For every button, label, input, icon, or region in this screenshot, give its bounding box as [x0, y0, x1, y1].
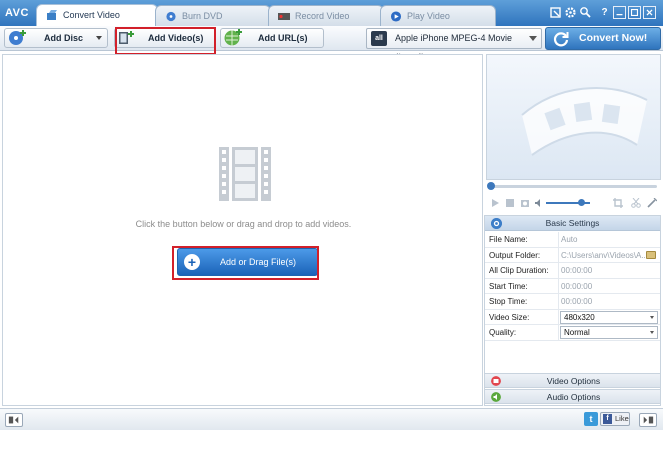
- setting-label: All Clip Duration:: [489, 266, 549, 275]
- setting-value: 00:00:00: [561, 266, 593, 275]
- setting-value: 00:00:00: [561, 281, 593, 291]
- quality-value: Normal: [564, 328, 590, 337]
- tab-label: Record Video: [295, 11, 350, 21]
- basic-settings-title: Basic Settings: [545, 218, 600, 228]
- folder-icon[interactable]: [646, 250, 656, 259]
- film-strip-icon: [219, 147, 271, 201]
- add-urls-label: Add URL(s): [258, 33, 308, 43]
- chevron-down-icon: [96, 36, 102, 40]
- refresh-icon: [553, 32, 569, 47]
- preview-window: [486, 54, 661, 180]
- tab-label: Convert Video: [63, 10, 120, 20]
- panel-toggle-left-icon[interactable]: [5, 413, 23, 427]
- tab-label: Burn DVD: [182, 11, 223, 21]
- video-size-value: 480x320: [564, 312, 595, 322]
- audio-options-bar[interactable]: Audio Options: [484, 389, 661, 404]
- add-urls-button[interactable]: Add URL(s): [220, 28, 324, 48]
- settings-icon[interactable]: [549, 6, 562, 19]
- gear-icon[interactable]: [564, 6, 577, 19]
- maximize-icon[interactable]: [628, 6, 641, 19]
- disc-icon: [166, 11, 176, 22]
- close-icon[interactable]: [643, 6, 656, 19]
- tab-burn-dvd[interactable]: Burn DVD: [155, 5, 271, 26]
- setting-row-all-clip-duration: All Clip Duration: 00:00:00: [485, 263, 660, 279]
- scissors-icon[interactable]: [631, 198, 641, 208]
- drop-area[interactable]: Click the button below or drag and drop …: [2, 54, 483, 406]
- convert-now-button[interactable]: Convert Now!: [545, 27, 661, 50]
- play-icon[interactable]: [490, 198, 500, 208]
- setting-label: Quality:: [489, 328, 517, 337]
- convert-label: Convert Now!: [579, 32, 648, 44]
- panel-toggle-right-icon[interactable]: [639, 413, 657, 427]
- chevron-down-icon: [529, 36, 537, 41]
- setting-label: Start Time:: [489, 281, 528, 291]
- stop-icon[interactable]: [505, 198, 515, 208]
- status-bar: [0, 408, 663, 430]
- setting-label: Stop Time:: [489, 297, 528, 306]
- facebook-icon: f: [603, 414, 612, 424]
- chevron-down-icon: [650, 331, 654, 334]
- facebook-like-button[interactable]: f Like: [600, 412, 630, 426]
- quality-select[interactable]: Normal: [560, 326, 658, 339]
- audio-options-label: Audio Options: [546, 392, 601, 402]
- setting-label: Output Folder:: [489, 250, 541, 260]
- crop-icon[interactable]: [613, 198, 623, 208]
- play-icon: [390, 11, 402, 22]
- video-size-select[interactable]: 480x320: [560, 310, 658, 324]
- tab-play-video[interactable]: Play Video: [380, 5, 496, 26]
- highlight-box: [172, 246, 319, 280]
- basic-settings-header[interactable]: Basic Settings: [485, 216, 660, 231]
- search-icon[interactable]: [579, 6, 592, 19]
- setting-value: 00:00:00: [561, 297, 593, 306]
- setting-value: Auto: [561, 235, 578, 244]
- volume-icon[interactable]: [534, 198, 544, 208]
- convert-video-icon: [47, 10, 57, 20]
- highlight-box: [115, 27, 216, 55]
- volume-handle[interactable]: [578, 199, 585, 206]
- effects-wand-icon[interactable]: [647, 198, 657, 208]
- add-disc-label: Add Disc: [44, 33, 84, 43]
- film-reel-watermark-icon: [521, 87, 648, 156]
- setting-label: Video Size:: [489, 312, 530, 322]
- setting-row-video-size: Video Size: 480x320: [485, 309, 660, 325]
- setting-row-quality: Quality: Normal: [485, 325, 660, 341]
- output-profile-select[interactable]: all Apple iPhone MPEG-4 Movie (*.mp4): [366, 28, 542, 62]
- seek-handle[interactable]: [487, 182, 495, 190]
- record-icon: [278, 13, 290, 20]
- app-logo: AVC: [5, 7, 29, 19]
- drop-hint-text: Click the button below or drag and drop …: [135, 219, 352, 229]
- setting-row-file-name[interactable]: File Name: Auto: [485, 232, 660, 248]
- setting-label: File Name:: [489, 235, 528, 244]
- add-disc-button[interactable]: Add Disc: [4, 28, 108, 48]
- video-options-label: Video Options: [546, 376, 601, 386]
- help-icon[interactable]: ?: [598, 6, 611, 19]
- tab-convert-video[interactable]: Convert Video: [36, 4, 158, 26]
- tab-bar: AVC Convert Video Burn DVD Record Video …: [0, 0, 663, 26]
- playback-controls: [486, 195, 661, 211]
- chevron-down-icon: [650, 315, 654, 319]
- like-label: Like: [615, 414, 629, 423]
- setting-row-start-time[interactable]: Start Time: 00:00:00: [485, 278, 660, 294]
- setting-row-output-folder[interactable]: Output Folder: C:\Users\anv\Videos\A...: [485, 247, 660, 263]
- twitter-icon[interactable]: t: [584, 412, 598, 426]
- add-disc-icon: [9, 30, 26, 45]
- setting-value: C:\Users\anv\Videos\A...: [561, 250, 648, 260]
- profile-icon: all: [371, 31, 387, 46]
- setting-row-stop-time[interactable]: Stop Time: 00:00:00: [485, 294, 660, 310]
- tab-label: Play Video: [407, 11, 450, 21]
- seek-bar[interactable]: [486, 182, 661, 191]
- globe-icon: [224, 29, 242, 46]
- snapshot-icon[interactable]: [520, 198, 530, 208]
- tab-record-video[interactable]: Record Video: [268, 5, 384, 26]
- minimize-icon[interactable]: [613, 6, 626, 19]
- video-options-bar[interactable]: Video Options: [484, 373, 661, 388]
